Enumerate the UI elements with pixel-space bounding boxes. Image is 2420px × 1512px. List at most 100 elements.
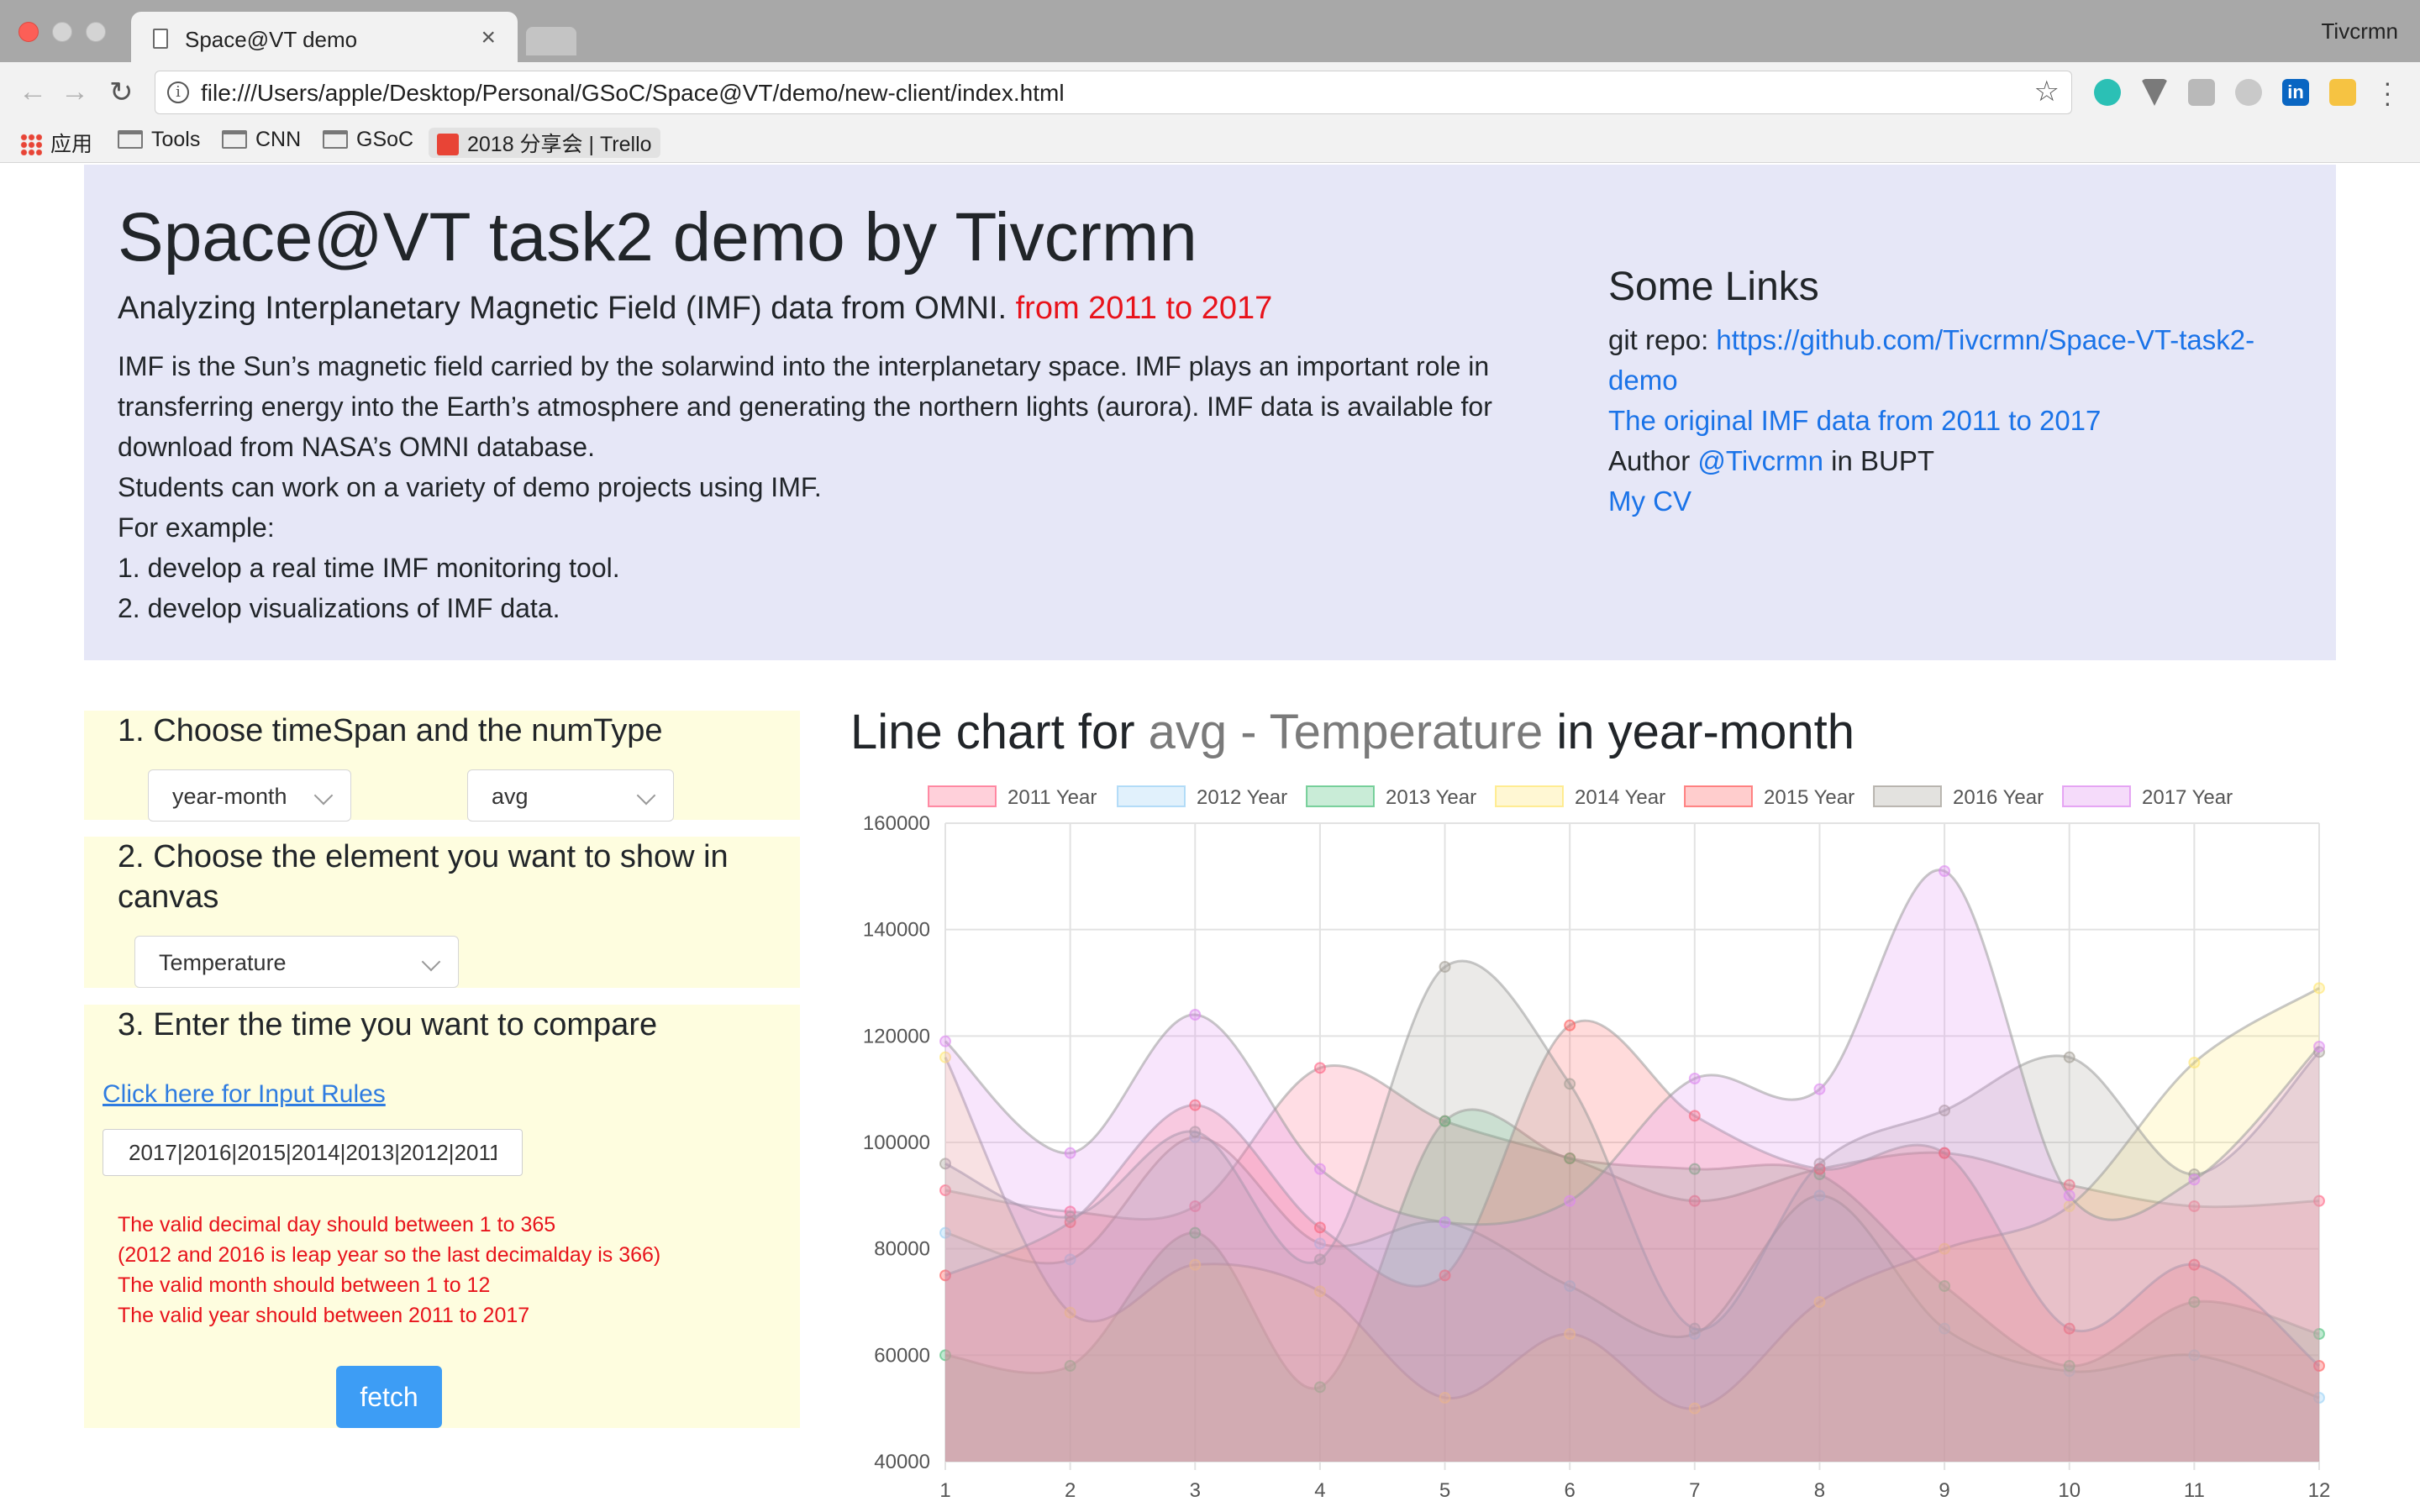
info-icon[interactable]: i	[167, 81, 189, 103]
description-line: 2. develop visualizations of IMF data.	[118, 593, 560, 623]
data-point	[2313, 982, 2325, 995]
fetch-button[interactable]: fetch	[336, 1366, 442, 1428]
new-tab-button[interactable]	[526, 27, 576, 55]
data-point	[1813, 1083, 1826, 1095]
input-rules-text: The valid decimal day should between 1 t…	[118, 1210, 660, 1331]
y-tick-label: 40000	[874, 1451, 930, 1473]
chevron-down-icon	[421, 952, 441, 972]
minimize-window-button[interactable]	[52, 22, 72, 42]
chart-title: Line chart for avg - Temperature in year…	[850, 705, 1854, 759]
mendeley-icon[interactable]	[2094, 79, 2121, 106]
element-select[interactable]: Temperature	[134, 936, 459, 988]
browser-toolbar: ← → ↻ i file:///Users/apple/Desktop/Pers…	[0, 62, 2420, 121]
compare-time-input[interactable]	[103, 1129, 523, 1176]
rule-line: The valid decimal day should between 1 t…	[118, 1213, 556, 1236]
x-tick-label: 3	[1190, 1479, 1201, 1502]
data-point	[1564, 1019, 1576, 1032]
legend-label-2: 2012 Year	[1197, 786, 1287, 809]
zoom-window-button[interactable]	[86, 22, 106, 42]
step1-title: 1. Choose timeSpan and the numType	[118, 713, 663, 748]
data-point	[1064, 1147, 1076, 1159]
bookmark-cnn[interactable]: CNN	[222, 128, 301, 152]
description-line: IMF is the Sun’s magnetic field carried …	[118, 351, 1490, 381]
x-tick-label: 8	[1814, 1479, 1825, 1502]
y-tick-label: 60000	[874, 1344, 930, 1367]
address-bar[interactable]: i file:///Users/apple/Desktop/Personal/G…	[155, 71, 2072, 114]
data-point	[1564, 1194, 1576, 1207]
forward-arrow-icon[interactable]: →	[60, 76, 89, 108]
x-tick-label: 12	[2308, 1479, 2331, 1502]
page-description: IMF is the Sun’s magnetic field carried …	[118, 346, 1630, 628]
rule-line: The valid month should between 1 to 12	[118, 1273, 491, 1297]
profile-name[interactable]: Tivcrmn	[2322, 18, 2398, 45]
data-point	[2313, 1041, 2325, 1053]
original-data-link[interactable]: The original IMF data from 2011 to 2017	[1608, 405, 2101, 436]
legend-swatch-1	[928, 785, 997, 807]
data-point	[939, 1035, 951, 1047]
bookmark-trello[interactable]: 2018 分享会 | Trello	[429, 128, 660, 158]
description-line: Students can work on a variety of demo p…	[118, 472, 822, 502]
x-tick-label: 11	[2184, 1479, 2205, 1502]
x-tick-label: 1	[939, 1479, 950, 1502]
numtype-select[interactable]: avg	[467, 769, 674, 822]
trello-icon	[437, 134, 459, 155]
data-point	[1564, 1078, 1576, 1090]
data-point	[2188, 1057, 2201, 1068]
legend-swatch-2	[1117, 785, 1186, 807]
rule-line: (2012 and 2016 is leap year so the last …	[118, 1243, 661, 1267]
close-window-button[interactable]	[18, 22, 39, 42]
x-tick-label: 10	[2058, 1479, 2081, 1502]
folder-icon	[118, 130, 143, 149]
chart-title-highlight: avg - Temperature	[1148, 705, 1544, 759]
compare-panel: 3. Enter the time you want to compare Cl…	[84, 1005, 800, 1428]
back-arrow-icon[interactable]: ←	[18, 76, 47, 108]
data-point	[1189, 1009, 1202, 1021]
step2-title: 2. Choose the element you want to show i…	[118, 839, 729, 915]
star-icon[interactable]: ☆	[2034, 75, 2060, 108]
subtitle-highlight: from 2011 to 2017	[1015, 291, 1273, 326]
legend-label-3: 2013 Year	[1386, 786, 1476, 809]
bookmark-tools[interactable]: Tools	[118, 128, 200, 152]
data-point	[1439, 1216, 1451, 1228]
y-tick-label: 80000	[874, 1238, 930, 1261]
timespan-select[interactable]: year-month	[148, 769, 351, 822]
tab-close-icon[interactable]: ×	[481, 24, 496, 52]
timespan-panel: 1. Choose timeSpan and the numType year-…	[84, 711, 800, 822]
author-link[interactable]: @Tivcrmn	[1697, 445, 1823, 476]
description-line: 1. develop a real time IMF monitoring to…	[118, 553, 620, 583]
x-tick-label: 5	[1439, 1479, 1450, 1502]
reload-icon[interactable]: ↻	[109, 76, 134, 109]
browser-tab-active[interactable]: Space@VT demo ×	[131, 12, 518, 64]
data-point	[1439, 961, 1451, 973]
x-tick-label: 4	[1314, 1479, 1325, 1502]
git-repo-line: git repo: https://github.com/Tivcrmn/Spa…	[1608, 324, 2255, 396]
input-rules-link[interactable]: Click here for Input Rules	[103, 1080, 386, 1109]
page-subtitle: Analyzing Interplanetary Magnetic Field …	[118, 291, 1273, 326]
data-point	[1313, 1163, 1326, 1175]
notes-icon[interactable]	[2329, 79, 2356, 106]
vue-devtools-icon[interactable]	[2141, 79, 2168, 106]
legend-label-4: 2014 Year	[1575, 786, 1665, 809]
author-line: Author @Tivcrmn in BUPT	[1608, 445, 1935, 476]
line-chart: 40000 60000 80000 100000 120000 140000 160000 1…	[863, 785, 2331, 1502]
legend-swatch-7	[2062, 785, 2131, 807]
cv-link[interactable]: My CV	[1608, 486, 1691, 517]
links-section: Some Links git repo: https://github.com/…	[1608, 264, 2297, 522]
url-text[interactable]: file:///Users/apple/Desktop/Personal/GSo…	[201, 80, 1065, 107]
x-tick-label: 6	[1565, 1479, 1576, 1502]
sync-icon[interactable]	[2235, 79, 2262, 106]
y-tick-label: 120000	[863, 1025, 930, 1047]
tab-title: Space@VT demo	[185, 27, 358, 52]
y-tick-label: 160000	[863, 812, 930, 835]
pdf-icon[interactable]	[2188, 79, 2215, 106]
description-line: transferring energy into the Earth’s atm…	[118, 391, 1492, 422]
bookmark-apps[interactable]: 应用	[20, 128, 92, 158]
header-jumbotron: Space@VT task2 demo by Tivcrmn Analyzing…	[84, 165, 2336, 660]
bookmark-gsoc[interactable]: GSoC	[323, 128, 413, 152]
description-line: download from NASA’s OMNI database.	[118, 432, 595, 462]
page-icon	[153, 29, 168, 49]
menu-icon[interactable]: · · ·	[2383, 69, 2392, 116]
linkedin-icon[interactable]: in	[2282, 79, 2309, 106]
legend-swatch-4	[1495, 785, 1564, 807]
legend-label-1: 2011 Year	[1007, 786, 1097, 809]
